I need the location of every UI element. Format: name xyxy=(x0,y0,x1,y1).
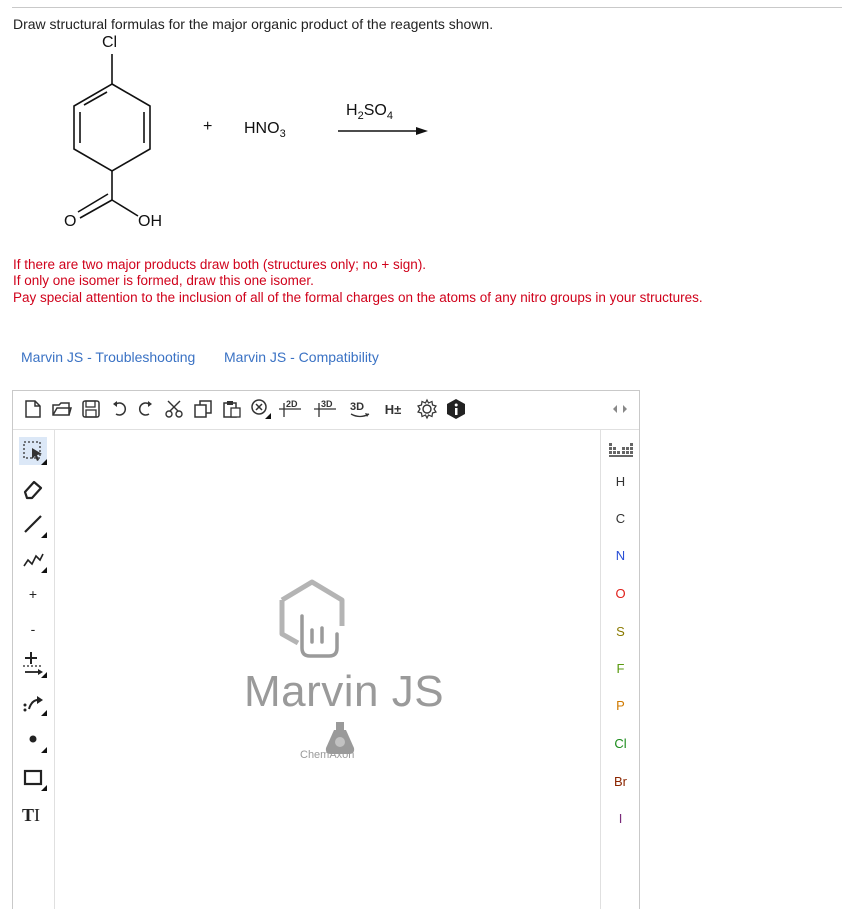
svg-text:3D: 3D xyxy=(350,401,364,413)
element-c[interactable]: C xyxy=(601,507,640,531)
radical-dot-icon[interactable] xyxy=(19,725,47,753)
marvin-js-editor: 2D 3D 3D H± + - T I Marvin JS ChemAxon H… xyxy=(12,390,640,909)
element-s-label: S xyxy=(616,624,625,639)
nitric-acid-label: HNO3 xyxy=(244,120,286,141)
rectangle-select-icon[interactable] xyxy=(19,437,47,465)
reaction-scheme: Cl O OH + HNO3 H2SO4 xyxy=(0,32,842,237)
benzene-ring-structure xyxy=(73,54,428,219)
element-c-label: C xyxy=(615,511,626,526)
element-i[interactable]: I xyxy=(601,807,640,831)
redo-icon[interactable] xyxy=(133,397,157,421)
troubleshooting-link[interactable]: Marvin JS - Troubleshooting xyxy=(21,349,195,365)
element-f-label: F xyxy=(616,661,625,676)
element-h[interactable]: H xyxy=(601,470,640,494)
cut-icon[interactable] xyxy=(162,397,186,421)
compatibility-link[interactable]: Marvin JS - Compatibility xyxy=(224,349,379,365)
instruction-line-2: If only one isomer is formed, draw this … xyxy=(13,273,314,288)
charge-minus-button[interactable]: - xyxy=(19,615,47,643)
clean-3d-icon[interactable]: 3D xyxy=(311,397,341,421)
element-p-label: P xyxy=(616,698,625,713)
sulfuric-acid-label: H2SO4 xyxy=(346,102,393,123)
svg-text:I: I xyxy=(34,805,40,825)
top-divider xyxy=(12,7,842,8)
chlorine-label: Cl xyxy=(102,34,118,51)
instruction-line-1: If there are two major products draw bot… xyxy=(13,257,427,272)
undo-icon[interactable] xyxy=(108,397,132,421)
expand-arrows-icon[interactable] xyxy=(607,397,633,421)
save-icon[interactable] xyxy=(79,397,103,421)
hydroxyl-label: OH xyxy=(138,213,162,230)
element-n-label: N xyxy=(615,548,626,563)
carbonyl-oxygen-label: O xyxy=(64,213,77,230)
periodic-table-icon[interactable] xyxy=(601,438,640,462)
element-cl-label: Cl xyxy=(614,736,627,751)
new-document-icon[interactable] xyxy=(21,397,45,421)
element-br[interactable]: Br xyxy=(601,770,640,794)
element-n[interactable]: N xyxy=(601,544,640,568)
element-i-label: I xyxy=(618,811,623,826)
plus-sign: + xyxy=(203,118,213,135)
marvin-js-watermark: Marvin JS xyxy=(244,667,445,716)
element-o-label: O xyxy=(615,586,626,601)
left-toolbar: + - TI xyxy=(13,430,55,909)
zoom-icon[interactable] xyxy=(249,397,273,421)
chemaxon-brand: ChemAxon xyxy=(300,749,355,761)
element-f[interactable]: F xyxy=(601,657,640,681)
element-h-label: H xyxy=(615,474,626,489)
paste-icon[interactable] xyxy=(220,397,244,421)
svg-text:T: T xyxy=(22,805,34,825)
hydrogen-toggle-button[interactable]: H± xyxy=(378,397,408,421)
question-text: Draw structural formulas for the major o… xyxy=(13,16,494,32)
top-toolbar: 2D 3D 3D H± xyxy=(13,391,639,430)
info-icon[interactable] xyxy=(444,397,468,421)
svg-text:2D: 2D xyxy=(286,399,298,409)
single-bond-icon[interactable] xyxy=(19,510,47,538)
text-tool-icon[interactable]: TI xyxy=(19,800,47,828)
element-o[interactable]: O xyxy=(601,582,640,606)
copy-icon[interactable] xyxy=(191,397,215,421)
eraser-icon[interactable] xyxy=(19,475,47,503)
svg-text:3D: 3D xyxy=(321,399,333,409)
charge-plus-button[interactable]: + xyxy=(19,580,47,608)
view-3d-icon[interactable]: 3D xyxy=(346,397,374,421)
element-s[interactable]: S xyxy=(601,620,640,644)
chain-icon[interactable] xyxy=(19,545,47,573)
element-br-label: Br xyxy=(614,774,627,789)
open-folder-icon[interactable] xyxy=(50,397,74,421)
element-p[interactable]: P xyxy=(601,694,640,718)
electron-flow-arrow-icon[interactable] xyxy=(19,688,47,716)
element-toolbar: H C N O S F P Cl Br I xyxy=(600,430,640,909)
clean-2d-icon[interactable]: 2D xyxy=(276,397,306,421)
element-cl[interactable]: Cl xyxy=(601,732,640,756)
shape-rectangle-icon[interactable] xyxy=(19,763,47,791)
instruction-line-3: Pay special attention to the inclusion o… xyxy=(13,290,703,305)
reaction-arrow-icon[interactable] xyxy=(19,650,47,678)
settings-gear-icon[interactable] xyxy=(415,397,439,421)
